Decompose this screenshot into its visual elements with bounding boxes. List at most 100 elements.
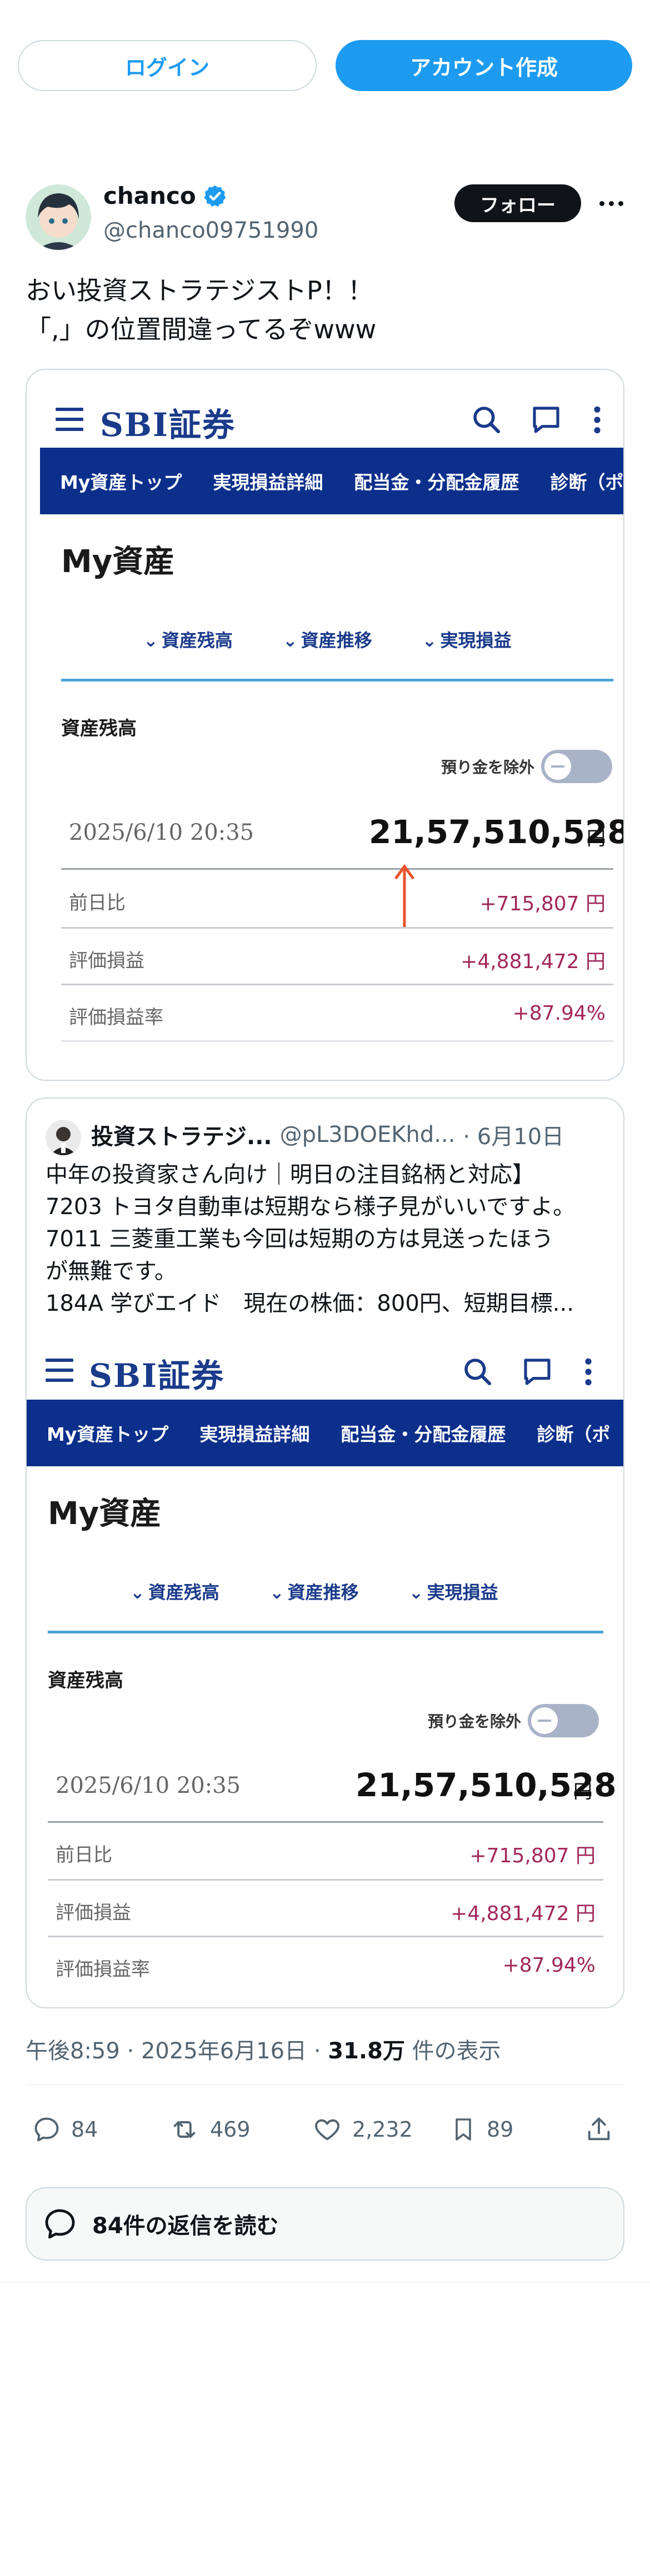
sbi-screenshot: SBI証券 My資産トップ 実現損益詳細 配当金・分配金履歴 診断（ポ My資産… — [27, 370, 624, 1080]
read-replies-label: 84件の返信を読む — [92, 2213, 279, 2239]
bookmark-count: 89 — [487, 2117, 514, 2142]
author-name-row: chanco — [103, 182, 227, 209]
verified-badge-icon — [204, 185, 226, 207]
stat-value: +87.94% — [502, 1954, 596, 1977]
share-button[interactable] — [584, 2115, 613, 2144]
like-button[interactable]: 2,232 — [312, 2115, 413, 2144]
login-button[interactable]: ログイン — [18, 40, 317, 91]
reply-icon — [34, 2117, 59, 2142]
exclude-deposit-label: 預り金を除外 — [441, 758, 535, 776]
sbi-logo: SBI証券 — [100, 406, 236, 444]
nav-item: 実現損益詳細 — [213, 472, 323, 493]
section-label: 資産残高 — [48, 1670, 123, 1692]
signup-button[interactable]: アカウント作成 — [336, 40, 632, 91]
bookmark-button[interactable]: 89 — [450, 2115, 513, 2144]
stat-row-unrealized-rate: 評価損益率 +87.94% — [48, 1937, 603, 1994]
author-name[interactable]: chanco — [103, 182, 196, 209]
nav-item: 配当金・分配金履歴 — [341, 1424, 506, 1445]
subtab: 実現損益 — [422, 627, 511, 652]
reply-count: 84 — [71, 2117, 98, 2142]
stat-label: 評価損益率 — [69, 1006, 163, 1029]
stat-label: 評価損益 — [69, 950, 144, 972]
section-label: 資産残高 — [61, 718, 137, 740]
quoted-author-name: 投資ストラテジ... — [91, 1124, 272, 1150]
subtab-underline — [48, 1631, 603, 1633]
exclude-deposit-toggle-row: 預り金を除外 — [441, 750, 613, 783]
nav-item: 診断（ポ — [550, 472, 624, 493]
reply-bubble-icon — [45, 2209, 75, 2239]
sbi-logo: SBI証券 — [89, 1357, 225, 1395]
stat-row-day-change: 前日比 +715,807 円 — [48, 1823, 603, 1881]
balance-row: 2025/6/10 20:35 21,57,510,528 円 — [48, 1756, 617, 1823]
yen-unit: 円 — [573, 1781, 592, 1803]
sbi-navbar: My資産トップ 実現損益詳細 配当金・分配金履歴 診断（ポ — [27, 1400, 623, 1466]
subtab: 資産残高 — [130, 1578, 219, 1604]
hamburger-menu-icon — [56, 408, 83, 431]
exclude-deposit-label: 預り金を除外 — [428, 1712, 522, 1731]
tweet-image[interactable]: SBI証券 My資産トップ 実現損益詳細 配当金・分配金履歴 診断（ポ My資産… — [26, 369, 624, 1081]
subtab-underline — [61, 679, 613, 681]
sbi-navbar: My資産トップ 実現損益詳細 配当金・分配金履歴 診断（ポ — [40, 448, 624, 514]
balance-row: 2025/6/10 20:35 21,57,510,528 円 — [61, 803, 623, 870]
stat-value: +4,881,472 円 — [451, 1902, 596, 1925]
tweet-text: おい投資ストラテジストP！！ 「,」の位置間違ってるぞwww — [26, 275, 377, 344]
author-handle[interactable]: @chanco09751990 — [103, 218, 318, 243]
sbi-topbar: SBI証券 — [27, 370, 623, 448]
stat-row-unrealized-rate: 評価損益率 +87.94% — [61, 985, 613, 1042]
stat-row-unrealized: 評価損益 +4,881,472 円 — [48, 1881, 603, 1937]
stat-label: 前日比 — [69, 892, 126, 914]
chat-icon — [533, 407, 559, 433]
author-avatar[interactable] — [26, 184, 91, 250]
quoted-text: 中年の投資家さん向け｜明日の注目銘柄と対応】 7203 トヨタ自動車は短期なら様… — [46, 1162, 576, 1316]
repost-button[interactable]: 469 — [169, 2115, 251, 2144]
read-replies-button[interactable]: 84件の返信を読む — [26, 2187, 624, 2261]
more-options-icon[interactable] — [596, 190, 627, 217]
tweet-actions: 84 469 2,232 89 — [26, 2105, 624, 2155]
reply-button[interactable]: 84 — [32, 2115, 98, 2144]
sbi-page-title: My資産 — [61, 544, 175, 580]
nav-item: 診断（ポ — [537, 1424, 611, 1445]
sbi-page-title: My資産 — [48, 1496, 162, 1532]
quoted-date: · 6月10日 — [463, 1124, 564, 1150]
hamburger-menu-icon — [46, 1359, 73, 1382]
heart-icon — [315, 2119, 339, 2141]
views-suffix: 件の表示 — [404, 2038, 501, 2064]
stat-row-unrealized: 評価損益 +4,881,472 円 — [61, 929, 613, 985]
divider — [26, 2084, 624, 2085]
search-icon — [473, 407, 501, 434]
nav-item: My資産トップ — [60, 472, 182, 493]
stat-label: 評価損益率 — [56, 1958, 150, 1981]
subtab: 資産推移 — [269, 1578, 359, 1604]
balance-date: 2025/6/10 20:35 — [56, 1773, 241, 1798]
follow-button[interactable]: フォロー — [454, 184, 581, 222]
sbi-subtabs: 資産残高 資産推移 実現損益 — [130, 1578, 498, 1604]
stat-row-day-change: 前日比 +715,807 円 — [61, 871, 613, 929]
quoted-author-handle: @pL3DOEKhd... — [279, 1122, 456, 1147]
repost-count: 469 — [210, 2117, 251, 2142]
yen-unit: 円 — [587, 828, 606, 850]
quoted-header: 投資ストラテジ... @pL3DOEKhd... · 6月10日 — [91, 1119, 613, 1151]
chat-icon — [524, 1359, 551, 1385]
stat-value: +715,807 円 — [479, 893, 606, 915]
toggle-switch — [528, 1704, 599, 1737]
tweet-timestamp[interactable]: 午後8:59 · 2025年6月16日 · — [26, 2038, 328, 2064]
balance-amount: 21,57,510,528 — [369, 813, 624, 851]
repost-icon — [173, 2121, 196, 2138]
divider — [0, 2282, 650, 2283]
quoted-tweet[interactable]: 投資ストラテジ... @pL3DOEKhd... · 6月10日 中年の投資家さ… — [26, 1097, 624, 2008]
exclude-deposit-toggle-row: 預り金を除外 — [428, 1704, 599, 1737]
like-count: 2,232 — [352, 2117, 413, 2142]
nav-item: 配当金・分配金履歴 — [354, 472, 519, 493]
stat-label: 評価損益 — [56, 1902, 131, 1924]
quoted-sbi-screenshot: SBI証券 My資産トップ 実現損益詳細 配当金・分配金履歴 診断（ポ My資産… — [27, 1337, 623, 2007]
subtab: 資産推移 — [283, 627, 372, 652]
kebab-menu-icon — [585, 1358, 592, 1386]
stat-value: +87.94% — [512, 1002, 606, 1025]
subtab: 資産残高 — [143, 627, 233, 652]
kebab-menu-icon — [594, 406, 601, 434]
tweet-meta: 午後8:59 · 2025年6月16日 · 31.8万 件の表示 — [26, 2033, 501, 2065]
bookmark-icon — [456, 2118, 471, 2141]
balance-date: 2025/6/10 20:35 — [69, 820, 254, 845]
nav-item: 実現損益詳細 — [199, 1424, 310, 1445]
share-icon — [588, 2117, 610, 2141]
